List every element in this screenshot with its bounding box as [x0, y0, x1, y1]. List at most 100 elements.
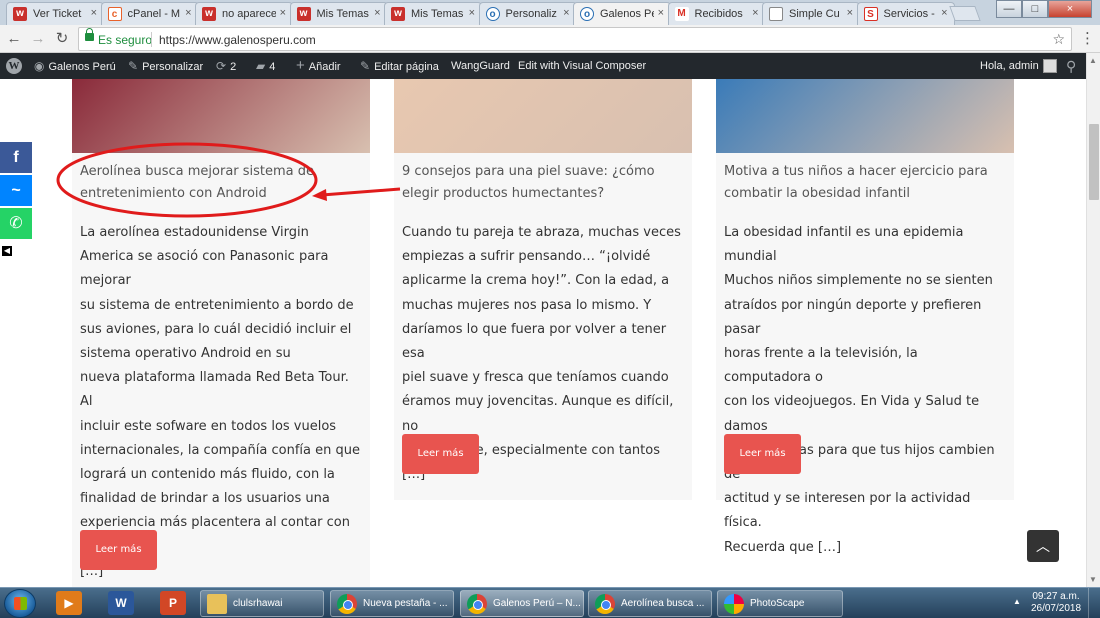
photoscape-icon [724, 594, 744, 614]
tab-close-icon[interactable]: × [280, 7, 286, 19]
comments-count: 4 [269, 61, 276, 73]
scrollbar-thumb[interactable] [1089, 124, 1099, 200]
browser-tab[interactable]: w no aparece × [195, 2, 293, 25]
new-tab-button[interactable] [949, 6, 981, 21]
messenger-share-icon[interactable]: ~ [0, 175, 32, 206]
bookmark-star-icon[interactable]: ☆ [1052, 31, 1065, 48]
excerpt-line: Cuando tu pareja te abraza, muchas veces [402, 225, 681, 240]
tab-close-icon[interactable]: × [185, 7, 191, 19]
admin-search-icon[interactable]: ⚲ [1066, 53, 1076, 79]
admin-site-name[interactable]: ◉ Galenos Perú [34, 53, 116, 79]
secure-label[interactable]: Es seguro [98, 33, 152, 47]
browser-tab[interactable]: Simple Cu × [762, 2, 860, 25]
browser-tab[interactable]: o Galenos Pe × [573, 2, 671, 26]
tab-close-icon[interactable]: × [658, 7, 664, 19]
brush-icon: ✎ [128, 59, 139, 73]
admin-updates[interactable]: ⟳ 2 [216, 53, 236, 79]
minimize-window-button[interactable]: — [996, 0, 1022, 18]
lock-icon[interactable] [85, 28, 94, 41]
browser-tab[interactable]: w Mis Temas × [289, 2, 388, 25]
tab-title: Galenos Pe [600, 8, 654, 20]
system-clock[interactable]: 09:27 a.m. 26/07/2018 [1030, 591, 1082, 615]
excerpt-line: horas frente a la televisión, la computa… [724, 346, 918, 386]
post-thumbnail[interactable] [72, 79, 370, 153]
browser-tab[interactable]: c cPanel - M × [100, 2, 199, 25]
tab-close-icon[interactable]: × [469, 7, 475, 19]
read-more-button[interactable]: Leer más [80, 530, 157, 570]
start-button[interactable] [4, 589, 36, 618]
post-thumbnail[interactable] [394, 79, 692, 153]
admin-wangguard[interactable]: WangGuard [451, 53, 510, 79]
word-icon[interactable]: W [108, 591, 134, 615]
scroll-to-top-button[interactable]: ︿ [1027, 530, 1059, 562]
show-hidden-icons-icon[interactable]: ▲ [1013, 597, 1021, 606]
taskbar-window-label: Galenos Perú – N... [493, 598, 581, 609]
tab-title: Recibidos [694, 8, 743, 20]
read-more-button[interactable]: Leer más [402, 434, 479, 474]
admin-add-new[interactable]: + Añadir [296, 53, 341, 79]
read-more-button[interactable]: Leer más [724, 434, 801, 474]
excerpt-line: atraídos por ningún deporte y prefieren … [724, 297, 982, 337]
admin-edit-page[interactable]: ✎ Editar página [360, 53, 439, 79]
excerpt-line: La obesidad infantil es una epidemia mun… [724, 225, 964, 265]
wordpress-logo-icon[interactable]: W [6, 58, 22, 74]
post-thumbnail[interactable] [716, 79, 1014, 153]
taskbar-window-button[interactable]: Nueva pestaña - ... [330, 590, 454, 617]
whatsapp-share-icon[interactable]: ✆ [0, 208, 32, 239]
post-title[interactable]: Aerolínea busca mejorar sistema de entre… [80, 161, 362, 205]
browser-tab[interactable]: o Personaliz × [478, 2, 577, 25]
taskbar-window-button[interactable]: PhotoScape [717, 590, 843, 617]
chrome-icon [337, 594, 357, 614]
admin-account[interactable]: Hola, admin [980, 53, 1057, 79]
browser-tab[interactable]: S Servicios - × [856, 2, 955, 25]
media-player-icon[interactable]: ▶ [56, 591, 82, 615]
tab-title: Simple Cu [789, 8, 840, 20]
windows-logo-icon [14, 597, 27, 610]
browser-menu-icon[interactable]: ⋮ [1080, 29, 1095, 47]
address-bar[interactable]: Es seguro https://www.galenosperu.com ☆ [78, 27, 1072, 51]
post-title[interactable]: 9 consejos para una piel suave: ¿cómo el… [402, 161, 684, 205]
browser-tab[interactable]: M Recibidos × [667, 2, 766, 25]
browser-tab[interactable]: w Mis Temas × [384, 2, 482, 25]
taskbar-window-button[interactable]: Aerolínea busca ... [588, 590, 712, 617]
facebook-share-icon[interactable]: f [0, 142, 32, 173]
taskbar-window-button[interactable]: clulsrhawai [200, 590, 324, 617]
reload-icon[interactable]: ↻ [52, 29, 72, 49]
post-card: 9 consejos para una piel suave: ¿cómo el… [394, 79, 692, 500]
url-text[interactable]: https://www.galenosperu.com [159, 33, 316, 47]
taskbar-window-button[interactable]: Galenos Perú – N... [460, 590, 584, 617]
tab-close-icon[interactable]: × [563, 7, 569, 19]
tab-favicon-icon: S [863, 7, 878, 21]
tab-close-icon[interactable]: × [752, 7, 758, 19]
tab-favicon-icon: w [296, 7, 311, 21]
customize-label: Personalizar [142, 61, 204, 73]
excerpt-line: sistema operativo Android en su [80, 346, 291, 362]
scroll-down-arrow-icon[interactable]: ▼ [1089, 575, 1097, 584]
tab-title: Personaliz [505, 8, 557, 20]
tab-close-icon[interactable]: × [847, 7, 853, 19]
back-icon[interactable]: ← [4, 29, 24, 49]
scroll-up-arrow-icon[interactable]: ▲ [1089, 56, 1097, 65]
page-scrollbar[interactable]: ▲ ▼ [1086, 53, 1100, 587]
powerpoint-icon[interactable]: P [160, 591, 186, 615]
add-new-label: Añadir [308, 61, 341, 73]
close-window-button[interactable]: × [1048, 0, 1092, 18]
tab-favicon-icon: c [107, 7, 122, 21]
wp-admin-bar: W ◉ Galenos Perú ✎ Personalizar ⟳ 2 ▰ 4 + Aña… [0, 53, 1086, 79]
post-excerpt: La obesidad infantil es una epidemia mun… [724, 221, 1008, 560]
admin-visual-composer[interactable]: Edit with Visual Composer [518, 53, 646, 79]
tab-close-icon[interactable]: × [374, 7, 380, 19]
admin-customize[interactable]: ✎ Personalizar [128, 53, 203, 79]
tab-close-icon[interactable]: × [941, 7, 947, 19]
tab-close-icon[interactable]: × [91, 7, 97, 19]
clock-time: 09:27 a.m. [1032, 591, 1080, 602]
maximize-window-button[interactable]: □ [1022, 0, 1048, 18]
post-title[interactable]: Motiva a tus niños a hacer ejercicio par… [724, 161, 1006, 205]
excerpt-line: piel suave y fresca que teníamos cuando [402, 370, 669, 386]
browser-tab[interactable]: w Ver Ticket × [6, 2, 104, 25]
excerpt-line: finalidad de brindar a los usuarios una [80, 491, 330, 507]
forward-icon[interactable]: → [28, 29, 48, 49]
admin-comments[interactable]: ▰ 4 [256, 53, 275, 79]
collapse-share-icon[interactable]: ◀ [2, 246, 12, 256]
show-desktop-button[interactable] [1088, 588, 1100, 618]
